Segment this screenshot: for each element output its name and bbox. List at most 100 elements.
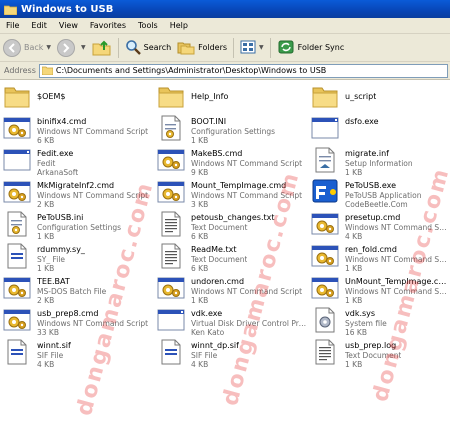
file-size: 1 KB: [191, 136, 209, 144]
file-name: usb_prep8.cmd: [37, 309, 99, 318]
file-item[interactable]: TEE.BAT MS-DOS Batch File 2 KB: [0, 272, 154, 304]
file-name: PeToUSB.exe: [345, 181, 397, 190]
file-item[interactable]: winnt_dp.sif SIF File 4 KB: [154, 336, 308, 368]
file-info: winnt_dp.sif SIF File 4 KB: [191, 338, 239, 368]
file-item[interactable]: winnt.sif SIF File 4 KB: [0, 336, 154, 368]
file-item[interactable]: PeToUSB.ini Configuration Settings 1 KB: [0, 208, 154, 240]
file-item[interactable]: usb_prep.log Text Document 1 KB: [308, 336, 450, 368]
file-info: ren_fold.cmd Windows NT Command Script 1 K…: [345, 242, 450, 272]
file-size: 16 KB: [345, 328, 367, 336]
file-name: ReadMe.txt: [191, 245, 237, 254]
menu-edit[interactable]: Edit: [25, 21, 53, 30]
up-folder-button[interactable]: [89, 36, 115, 60]
file-item[interactable]: MakeBS.cmd Windows NT Command Script 9 KB: [154, 144, 308, 176]
file-item[interactable]: presetup.cmd Windows NT Command Script 4 K…: [308, 208, 450, 240]
file-item[interactable]: rdummy.sy_ SY_ File 1 KB: [0, 240, 154, 272]
file-type: Virtual Disk Driver Control Pro...: [191, 318, 308, 328]
cmd-file-icon: [156, 178, 186, 206]
folder-sync-button[interactable]: Folder Sync: [274, 36, 348, 60]
menu-favorites[interactable]: Favorites: [84, 21, 132, 30]
file-item[interactable]: Fedit.exe Fedit ArkanaSoft: [0, 144, 154, 176]
cmd-file-icon: [2, 114, 32, 142]
file-info: dsfo.exe: [345, 114, 379, 127]
file-item[interactable]: petousb_changes.txt Text Document 6 KB: [154, 208, 308, 240]
file-item[interactable]: BOOT.INI Configuration Settings 1 KB: [154, 112, 308, 144]
menu-tools[interactable]: Tools: [132, 21, 164, 30]
file-size: 1 KB: [345, 296, 363, 304]
toolbar: Back ▼ ▼ Search Folders ▼ Folder Sync: [0, 34, 450, 62]
address-path: C:\Documents and Settings\Administrator\…: [55, 66, 327, 75]
generic-file-icon: [2, 242, 32, 270]
search-label: Search: [143, 43, 172, 52]
file-item[interactable]: dsfo.exe: [308, 112, 450, 144]
file-name: PeToUSB.ini: [37, 213, 84, 222]
folder-icon: [41, 66, 54, 76]
file-item[interactable]: usb_prep8.cmd Windows NT Command Script 33…: [0, 304, 154, 336]
file-item[interactable]: MkMigrateInf2.cmd Windows NT Command Scri…: [0, 176, 154, 208]
file-item[interactable]: vdk.sys System file 16 KB: [308, 304, 450, 336]
file-item[interactable]: PeToUSB.exe PeToUSB Application CodeBeetle…: [308, 176, 450, 208]
file-name: binifix4.cmd: [37, 117, 87, 126]
address-input[interactable]: C:\Documents and Settings\Administrator\…: [38, 63, 448, 78]
file-item[interactable]: undoren.cmd Windows NT Command Script 1 KB: [154, 272, 308, 304]
search-button[interactable]: Search: [122, 36, 174, 60]
folder-item[interactable]: Help_Info: [154, 80, 308, 112]
back-button[interactable]: Back ▼: [0, 36, 54, 60]
file-name: MakeBS.cmd: [191, 149, 243, 158]
file-item[interactable]: migrate.inf Setup Information 1 KB: [308, 144, 450, 176]
file-size: 6 KB: [37, 136, 55, 144]
menu-help[interactable]: Help: [164, 21, 194, 30]
file-size: 1 KB: [37, 264, 55, 272]
folder-item[interactable]: u_script: [308, 80, 450, 112]
file-name: petousb_changes.txt: [191, 213, 275, 222]
file-info: vdk.exe Virtual Disk Driver Control Pro..…: [191, 306, 308, 336]
menu-bar: File Edit View Favorites Tools Help: [0, 18, 450, 34]
file-type: Configuration Settings: [37, 222, 122, 232]
generic-file-icon: [156, 338, 186, 366]
file-name: MkMigrateInf2.cmd: [37, 181, 115, 190]
folder-file-icon: [156, 82, 186, 110]
file-size: ArkanaSoft: [37, 168, 79, 176]
menu-file[interactable]: File: [0, 21, 25, 30]
chevron-down-icon: ▼: [259, 44, 264, 51]
file-item[interactable]: binifix4.cmd Windows NT Command Script 6 K…: [0, 112, 154, 144]
file-info: ReadMe.txt Text Document 6 KB: [191, 242, 247, 272]
folder-item[interactable]: $OEM$: [0, 80, 154, 112]
file-info: binifix4.cmd Windows NT Command Script 6 K…: [37, 114, 148, 144]
file-info: usb_prep.log Text Document 1 KB: [345, 338, 401, 368]
file-type: Windows NT Command Script: [191, 158, 303, 168]
file-name: TEE.BAT: [37, 277, 70, 286]
file-size: 1 KB: [345, 264, 363, 272]
file-size: 6 KB: [191, 264, 209, 272]
chevron-down-icon: ▼: [46, 44, 52, 51]
file-grid: $OEM$ Help_Info u_script binifix4.cmd Window…: [0, 80, 450, 435]
cmd-file-icon: [156, 274, 186, 302]
txt-file-icon: [310, 338, 340, 366]
back-arrow-icon: [3, 38, 21, 57]
file-info: BOOT.INI Configuration Settings 1 KB: [191, 114, 275, 144]
petousb-file-icon: [310, 178, 340, 206]
forward-button[interactable]: ▼: [54, 36, 89, 60]
file-item[interactable]: UnMount_TempImage.cmd Windows NT Command …: [308, 272, 450, 304]
file-item[interactable]: ReadMe.txt Text Document 6 KB: [154, 240, 308, 272]
file-size: 2 KB: [37, 296, 55, 304]
folders-button[interactable]: Folders: [174, 36, 230, 60]
cmd-file-icon: [310, 210, 340, 238]
file-name: dsfo.exe: [345, 117, 379, 126]
cmd-file-icon: [2, 178, 32, 206]
exe-file-icon: [156, 306, 186, 334]
forward-arrow-icon: [57, 38, 76, 57]
views-button[interactable]: ▼: [237, 36, 267, 60]
file-item[interactable]: vdk.exe Virtual Disk Driver Control Pro..…: [154, 304, 308, 336]
file-info: Mount_TempImage.cmd Windows NT Command Sc…: [191, 178, 302, 208]
file-name: u_script: [345, 92, 377, 101]
file-item[interactable]: ren_fold.cmd Windows NT Command Script 1 K…: [308, 240, 450, 272]
file-info: u_script: [345, 82, 376, 102]
file-type: Windows NT Command Script: [37, 190, 149, 200]
file-size: 4 KB: [345, 232, 363, 240]
file-type: Fedit: [37, 158, 56, 168]
file-item[interactable]: Mount_TempImage.cmd Windows NT Command Sc…: [154, 176, 308, 208]
menu-view[interactable]: View: [53, 21, 84, 30]
file-type: Windows NT Command Script: [37, 318, 149, 328]
file-info: UnMount_TempImage.cmd Windows NT Command …: [345, 274, 450, 304]
